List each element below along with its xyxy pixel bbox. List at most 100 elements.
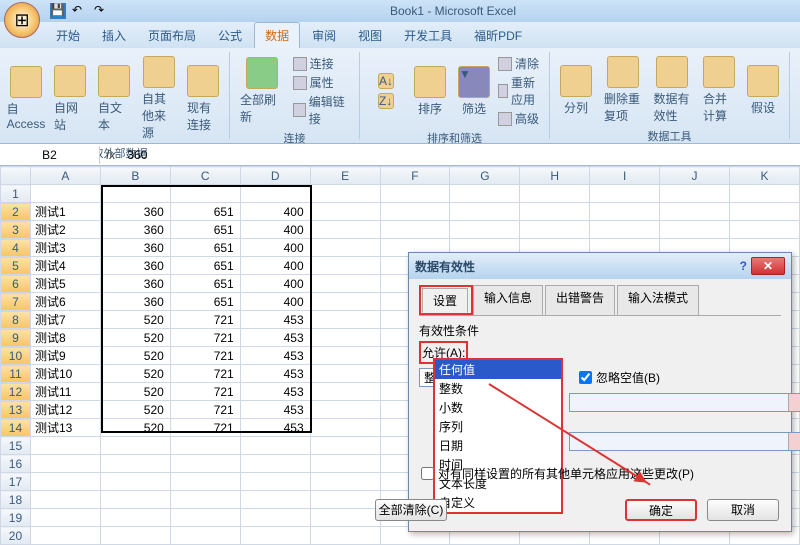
row-header[interactable]: 3 [1, 221, 31, 239]
data-tool-button[interactable]: 数据有效性 [650, 54, 696, 126]
cell[interactable] [240, 527, 310, 545]
row-header[interactable]: 2 [1, 203, 31, 221]
data-tool-button[interactable]: 合并计算 [699, 54, 739, 126]
sort-desc-button[interactable]: Z↓ [366, 91, 406, 111]
row-header[interactable]: 6 [1, 275, 31, 293]
cell[interactable] [240, 437, 310, 455]
cell[interactable]: 520 [100, 365, 170, 383]
cell[interactable]: 721 [170, 383, 240, 401]
col-header[interactable]: F [380, 167, 450, 185]
cell[interactable] [310, 221, 380, 239]
row-header[interactable]: 8 [1, 311, 31, 329]
cell[interactable] [30, 455, 100, 473]
cell[interactable]: 721 [170, 419, 240, 437]
ext-data-button[interactable]: 自文本 [94, 63, 134, 135]
cell[interactable]: 453 [240, 419, 310, 437]
row-header[interactable]: 15 [1, 437, 31, 455]
cell[interactable]: 测试8 [30, 329, 100, 347]
cell[interactable] [729, 203, 799, 221]
ribbon-tab[interactable]: 开发工具 [394, 23, 462, 48]
ext-data-button[interactable]: 自其他来源 [138, 54, 179, 143]
cell[interactable] [30, 509, 100, 527]
min-field[interactable] [569, 393, 800, 412]
cell[interactable] [100, 491, 170, 509]
cell[interactable] [100, 527, 170, 545]
cell[interactable]: 520 [100, 419, 170, 437]
col-header[interactable]: D [240, 167, 310, 185]
col-header[interactable]: H [520, 167, 590, 185]
undo-icon[interactable]: ↶ [72, 3, 88, 19]
cell[interactable] [310, 455, 380, 473]
cell[interactable]: 测试4 [30, 257, 100, 275]
cell[interactable]: 360 [100, 275, 170, 293]
cell[interactable]: 测试12 [30, 401, 100, 419]
max-field[interactable] [569, 432, 800, 451]
col-header[interactable]: J [660, 167, 730, 185]
filter-button[interactable]: ▼筛选 [454, 64, 494, 119]
row-header[interactable]: 17 [1, 473, 31, 491]
row-header[interactable]: 20 [1, 527, 31, 545]
sort-asc-button[interactable]: A↓ [366, 71, 406, 91]
redo-icon[interactable]: ↷ [94, 3, 110, 19]
row-header[interactable]: 14 [1, 419, 31, 437]
ext-data-button[interactable]: 现有连接 [183, 63, 223, 135]
row-header[interactable]: 4 [1, 239, 31, 257]
cell[interactable]: 400 [240, 293, 310, 311]
cell[interactable] [240, 509, 310, 527]
cell[interactable]: 520 [100, 311, 170, 329]
cancel-button[interactable]: 取消 [707, 499, 779, 521]
cell[interactable]: 453 [240, 401, 310, 419]
cell[interactable] [170, 473, 240, 491]
cell[interactable] [310, 419, 380, 437]
cell[interactable] [310, 347, 380, 365]
cell[interactable]: 测试6 [30, 293, 100, 311]
cell[interactable] [310, 185, 380, 203]
dropdown-option[interactable]: 序列 [435, 417, 561, 436]
cell[interactable] [520, 203, 590, 221]
reapply-button[interactable]: 重新应用 [498, 73, 543, 109]
cell[interactable]: 400 [240, 239, 310, 257]
cell[interactable] [520, 221, 590, 239]
cell[interactable] [660, 185, 730, 203]
clear-all-button[interactable]: 全部清除(C) [375, 499, 447, 521]
dropdown-option[interactable]: 日期 [435, 436, 561, 455]
cell[interactable]: 360 [100, 293, 170, 311]
ribbon-tab[interactable]: 开始 [46, 23, 90, 48]
formula-input[interactable]: 360 [121, 146, 800, 164]
cell[interactable]: 测试1 [30, 203, 100, 221]
cell[interactable] [729, 185, 799, 203]
name-box[interactable]: B2 [0, 146, 100, 164]
col-header[interactable]: E [310, 167, 380, 185]
cell[interactable] [240, 185, 310, 203]
cell[interactable]: 360 [100, 257, 170, 275]
cell[interactable] [170, 437, 240, 455]
row-header[interactable]: 18 [1, 491, 31, 509]
cell[interactable] [30, 473, 100, 491]
ribbon-tab[interactable]: 数据 [254, 22, 300, 48]
row-header[interactable]: 7 [1, 293, 31, 311]
cell[interactable] [310, 275, 380, 293]
cell[interactable] [310, 203, 380, 221]
cell[interactable] [310, 473, 380, 491]
cell[interactable]: 721 [170, 401, 240, 419]
cell[interactable]: 400 [240, 275, 310, 293]
office-button[interactable]: ⊞ [4, 2, 40, 38]
row-header[interactable]: 11 [1, 365, 31, 383]
cell[interactable]: 453 [240, 383, 310, 401]
ribbon-tab[interactable]: 页面布局 [138, 23, 206, 48]
allow-dropdown-list[interactable]: 任何值整数小数序列日期时间文本长度自定义 [433, 358, 563, 514]
cell[interactable]: 651 [170, 203, 240, 221]
col-header[interactable]: C [170, 167, 240, 185]
cell[interactable] [240, 455, 310, 473]
cell[interactable]: 651 [170, 221, 240, 239]
cell[interactable] [729, 221, 799, 239]
properties-button[interactable]: 属性 [293, 73, 353, 92]
cell[interactable] [100, 473, 170, 491]
cell[interactable] [380, 203, 450, 221]
cell[interactable]: 651 [170, 275, 240, 293]
cell[interactable] [170, 491, 240, 509]
col-header[interactable]: A [30, 167, 100, 185]
cell[interactable] [450, 203, 520, 221]
ribbon-tab[interactable]: 视图 [348, 23, 392, 48]
cell[interactable]: 453 [240, 311, 310, 329]
